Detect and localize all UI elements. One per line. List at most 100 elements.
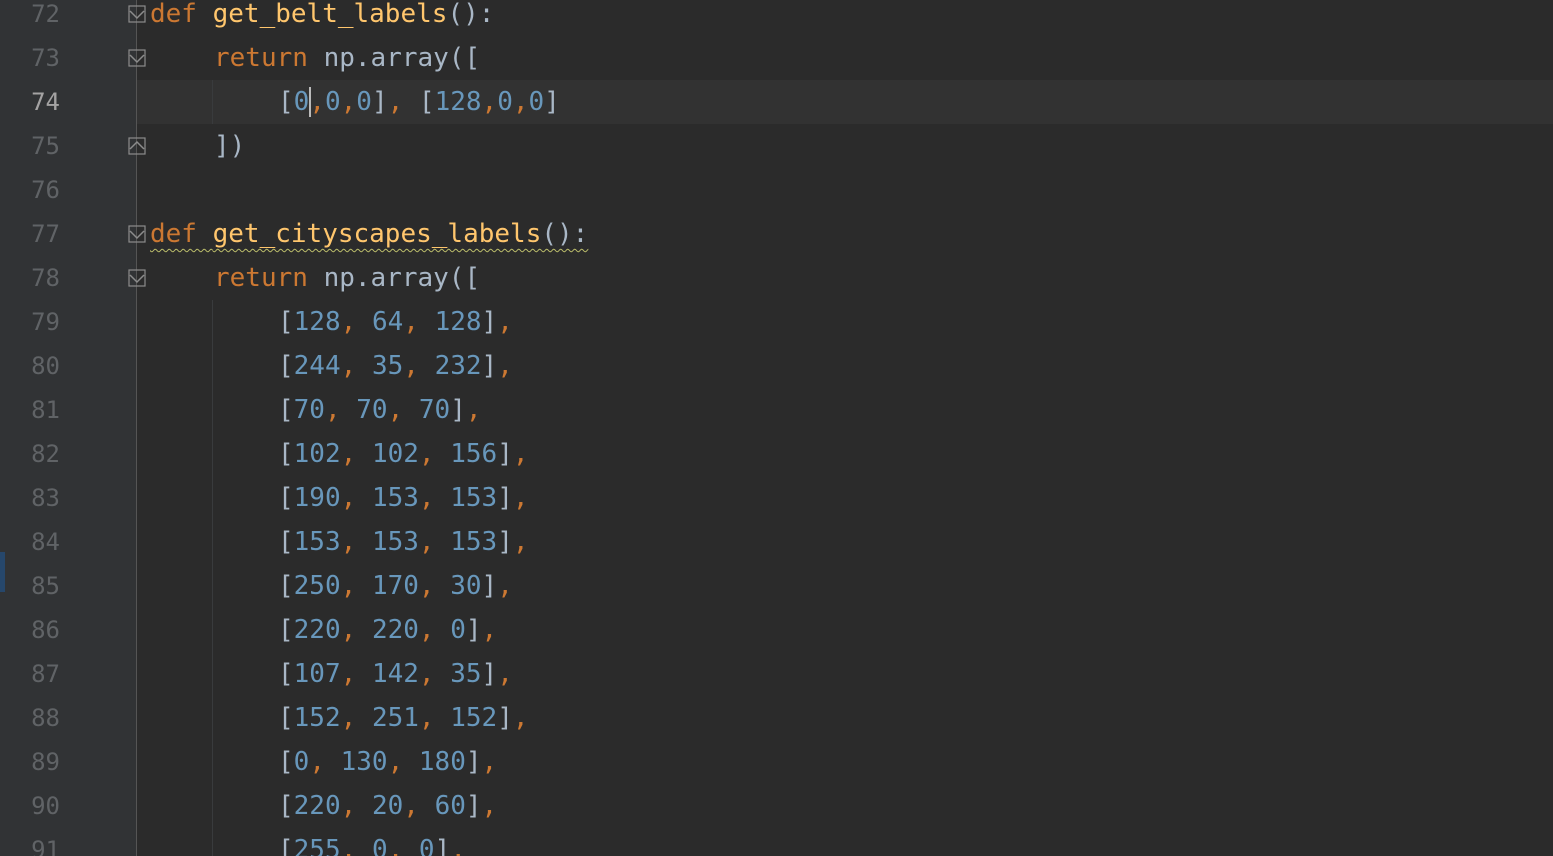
code-token: , <box>309 87 325 117</box>
code-token: ] <box>481 659 498 689</box>
code-text[interactable]: return np.array([ <box>214 256 480 300</box>
line-number: 78 <box>31 264 60 292</box>
code-token: ] <box>371 87 388 117</box>
code-text[interactable]: [250, 170, 30], <box>278 564 513 608</box>
line-number: 89 <box>31 748 60 776</box>
code-line[interactable]: 76 <box>0 168 1553 212</box>
code-text[interactable]: [244, 35, 232], <box>278 344 513 388</box>
code-text[interactable]: [190, 153, 153], <box>278 476 529 520</box>
code-editor[interactable]: 72 def get_belt_labels(): 73 return np.arra… <box>0 0 1553 856</box>
code-token: 220 <box>293 615 341 645</box>
code-token: return <box>214 43 324 73</box>
code-text[interactable]: [128, 64, 128], <box>278 300 513 344</box>
code-text[interactable]: [102, 102, 156], <box>278 432 529 476</box>
code-text[interactable]: [153, 153, 153], <box>278 520 529 564</box>
code-line[interactable]: 79 [128, 64, 128], <box>0 300 1553 344</box>
code-token: , <box>387 747 419 777</box>
code-token: , <box>497 571 513 601</box>
code-token: ] <box>544 87 560 117</box>
code-token: [ <box>278 307 294 337</box>
code-token: , <box>403 307 435 337</box>
code-token: , <box>512 483 529 513</box>
code-text[interactable]: [70, 70, 70], <box>278 388 482 432</box>
code-line[interactable]: 75]) <box>0 124 1553 168</box>
code-token: [ <box>278 659 294 689</box>
code-line[interactable]: 87 [107, 142, 35], <box>0 652 1553 696</box>
line-number: 87 <box>31 660 60 688</box>
fold-close-icon[interactable] <box>128 137 146 155</box>
code-token: 102 <box>293 439 341 469</box>
code-token: 0 <box>293 87 310 117</box>
code-text[interactable]: [0,0,0], [128,0,0] <box>278 80 560 124</box>
code-token: get_cityscapes_labels <box>212 219 542 249</box>
code-token: , <box>340 791 372 821</box>
code-text[interactable]: [220, 20, 60], <box>278 784 497 828</box>
code-text[interactable]: def get_belt_labels(): <box>150 0 494 36</box>
code-line[interactable]: 74 [0,0,0], [128,0,0] <box>0 80 1553 124</box>
code-token: , <box>481 615 498 645</box>
code-text[interactable]: ]) <box>214 124 245 168</box>
code-text[interactable]: [255, 0, 0], <box>278 828 466 856</box>
code-token: 0 <box>371 835 388 856</box>
indent-guide <box>212 476 213 520</box>
code-token: 190 <box>293 483 341 513</box>
indent-guide <box>212 608 213 652</box>
code-token: ] <box>465 747 482 777</box>
code-token: 0 <box>418 835 435 856</box>
code-token: 20 <box>371 791 404 821</box>
code-line[interactable]: 89 [0, 130, 180], <box>0 740 1553 784</box>
line-number: 84 <box>31 528 60 556</box>
line-number: 88 <box>31 704 60 732</box>
fold-open-icon[interactable] <box>128 269 146 287</box>
code-token: , <box>340 615 372 645</box>
code-line[interactable]: 81 [70, 70, 70], <box>0 388 1553 432</box>
code-text[interactable]: [220, 220, 0], <box>278 608 497 652</box>
code-token: [ <box>278 395 294 425</box>
code-token: , <box>340 439 372 469</box>
code-line[interactable]: 72 def get_belt_labels(): <box>0 0 1553 36</box>
code-token: [ <box>278 483 294 513</box>
code-line[interactable]: 73 return np.array([ <box>0 36 1553 80</box>
code-token: 60 <box>434 791 466 821</box>
code-token: 0 <box>293 747 310 777</box>
indent-guide <box>212 344 213 388</box>
code-token: , <box>450 835 466 856</box>
code-token: , <box>340 483 372 513</box>
code-line[interactable]: 82 [102, 102, 156], <box>0 432 1553 476</box>
code-token: , <box>418 615 451 645</box>
code-token: 142 <box>371 659 419 689</box>
indent-guide <box>212 740 213 784</box>
indent-guide <box>212 564 213 608</box>
code-line[interactable]: 85 [250, 170, 30], <box>0 564 1553 608</box>
fold-open-icon[interactable] <box>128 225 146 243</box>
code-token: 255 <box>293 835 341 856</box>
fold-open-icon[interactable] <box>128 5 146 23</box>
code-line[interactable]: 77 def get_cityscapes_labels(): <box>0 212 1553 256</box>
code-line[interactable]: 88 [152, 251, 152], <box>0 696 1553 740</box>
code-token: , <box>512 439 529 469</box>
code-line[interactable]: 84 [153, 153, 153], <box>0 520 1553 564</box>
code-token: def <box>150 219 213 249</box>
code-token: , <box>418 703 451 733</box>
code-line[interactable]: 83 [190, 153, 153], <box>0 476 1553 520</box>
code-line[interactable]: 80 [244, 35, 232], <box>0 344 1553 388</box>
code-line[interactable]: 90 [220, 20, 60], <box>0 784 1553 828</box>
line-number: 83 <box>31 484 60 512</box>
code-line[interactable]: 78 return np.array([ <box>0 256 1553 300</box>
line-number: 85 <box>31 572 60 600</box>
code-text[interactable]: [0, 130, 180], <box>278 740 497 784</box>
code-token: ] <box>481 307 498 337</box>
code-text[interactable]: [152, 251, 152], <box>278 696 529 740</box>
code-text[interactable]: [107, 142, 35], <box>278 652 513 696</box>
code-token: np.array([ <box>323 43 481 73</box>
code-line[interactable]: 86 [220, 220, 0], <box>0 608 1553 652</box>
line-number: 74 <box>31 88 60 116</box>
code-token: , <box>340 703 372 733</box>
code-text[interactable]: return np.array([ <box>214 36 480 80</box>
code-line[interactable]: 91 [255, 0, 0], <box>0 828 1553 856</box>
code-token: 152 <box>293 703 341 733</box>
code-token: ] <box>497 483 513 513</box>
code-token: def <box>150 0 213 29</box>
code-text[interactable]: def get_cityscapes_labels(): <box>150 212 588 256</box>
fold-open-icon[interactable] <box>128 49 146 67</box>
